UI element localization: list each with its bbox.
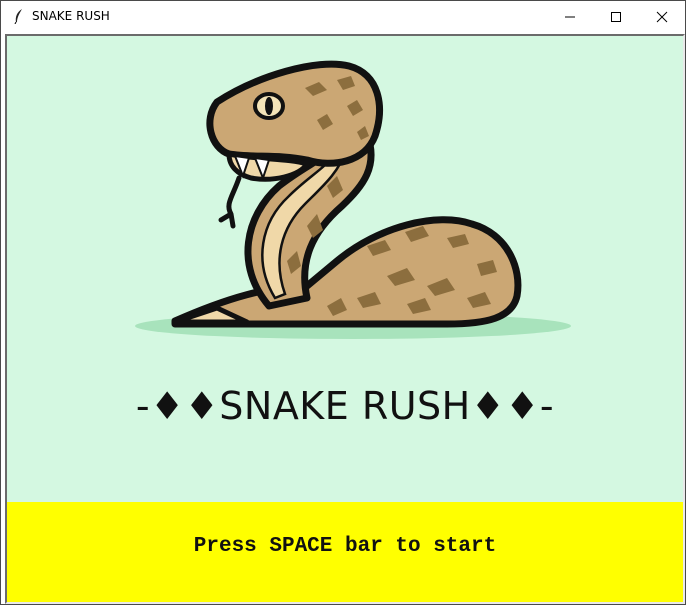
app-window: SNAKE RUSH -♦♦SNAKE RUSH♦♦- Press SPACE … [0,0,686,605]
snake-tongue [218,175,242,229]
game-canvas[interactable]: -♦♦SNAKE RUSH♦♦- Press SPACE bar to star… [5,34,685,604]
close-icon [656,11,668,22]
title-screen: -♦♦SNAKE RUSH♦♦- [7,36,683,502]
window-title: SNAKE RUSH [32,9,110,23]
snake-illustration [135,60,571,339]
maximize-button[interactable] [593,1,639,32]
title-bar[interactable]: SNAKE RUSH [1,1,685,32]
game-title: -♦♦SNAKE RUSH♦♦- [135,384,555,428]
snake-pupil [265,97,273,115]
minimize-icon [565,16,575,17]
snake-coil [171,216,522,328]
maximize-icon [611,11,621,22]
start-prompt-bar: Press SPACE bar to start [7,502,683,602]
minimize-button[interactable] [547,1,593,32]
close-button[interactable] [639,1,685,32]
start-prompt: Press SPACE bar to start [193,535,497,558]
feather-icon [14,9,22,24]
